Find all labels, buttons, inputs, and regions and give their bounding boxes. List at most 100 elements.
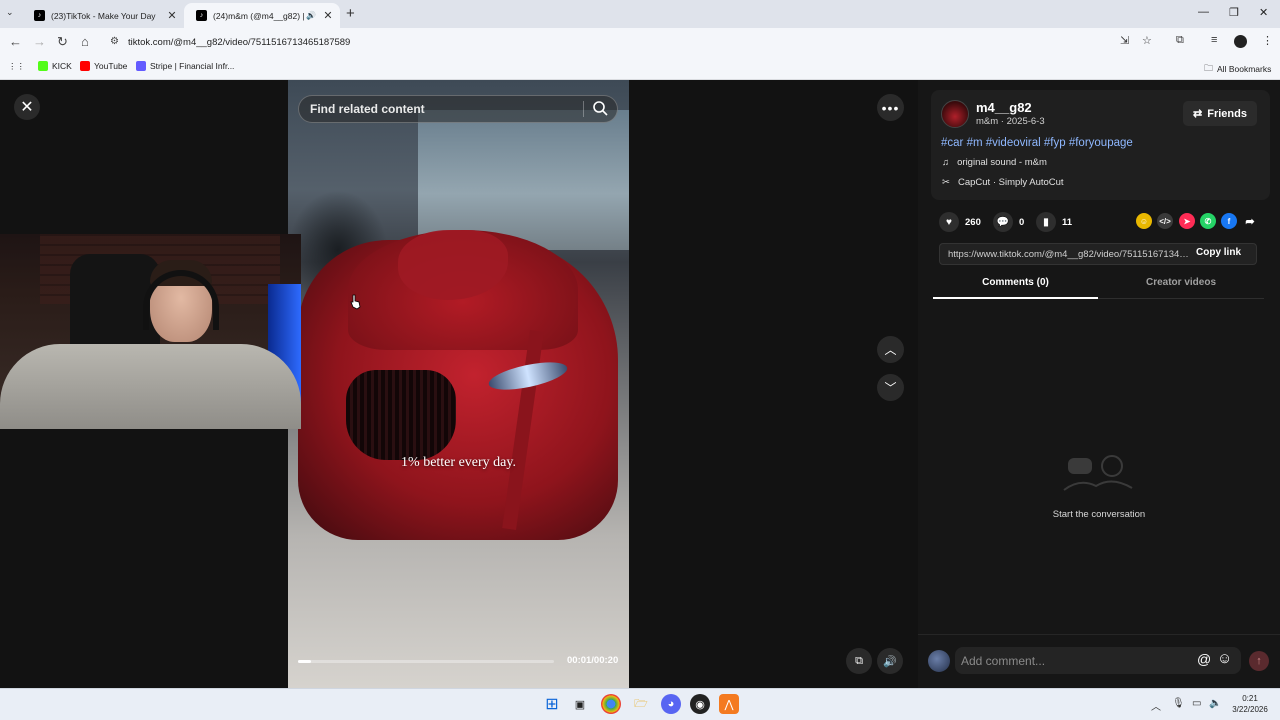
tab-title: (23)TikTok - Make Your Day bbox=[51, 10, 156, 21]
clock-time: 0:21 bbox=[1242, 694, 1258, 703]
creator-avatar[interactable] bbox=[941, 100, 969, 128]
tiktok-icon: ♪ bbox=[196, 10, 207, 21]
heart-icon: ♥ bbox=[939, 212, 959, 232]
folder-icon: 🗀 bbox=[1204, 63, 1214, 73]
sound-label: original sound - m&m bbox=[957, 157, 1047, 168]
tray-expand-icon[interactable]: ︿ bbox=[1151, 698, 1161, 713]
close-tab-icon[interactable]: ✕ bbox=[164, 9, 180, 22]
network-icon[interactable]: ▭ bbox=[1192, 698, 1201, 709]
facebook-icon[interactable]: f bbox=[1221, 213, 1237, 229]
clock-date: 3/22/2026 bbox=[1232, 705, 1268, 714]
speaker-icon[interactable]: 🔈 bbox=[1209, 698, 1221, 709]
tab-search-icon[interactable]: ⌄ bbox=[6, 7, 14, 18]
previous-video-button[interactable]: ︿ bbox=[877, 336, 904, 363]
stripe-icon bbox=[136, 61, 146, 71]
video-link-text: https://www.tiktok.com/@m4__g82/video/75… bbox=[948, 248, 1194, 260]
home-icon[interactable]: ⌂ bbox=[81, 34, 89, 49]
minimize-button[interactable]: — bbox=[1198, 6, 1209, 18]
profile-avatar[interactable] bbox=[1234, 35, 1247, 48]
capcut-icon: ✂ bbox=[942, 177, 950, 188]
bookmark-icon: ▮ bbox=[1036, 212, 1056, 232]
chrome-icon[interactable] bbox=[601, 694, 621, 714]
discord-icon[interactable]: ◕ bbox=[661, 694, 681, 714]
tab-creator-videos[interactable]: Creator videos bbox=[1098, 277, 1264, 299]
tab-title: (24)m&m (@m4__g82) | Tik bbox=[213, 10, 306, 21]
file-explorer-icon[interactable]: 🗁 bbox=[631, 694, 651, 714]
sound-link[interactable]: ♫ original sound - m&m bbox=[942, 157, 1047, 168]
tab-comments[interactable]: Comments (0) bbox=[933, 277, 1098, 299]
capcut-label: CapCut · Simply AutoCut bbox=[957, 177, 1064, 188]
bookmark-star-icon[interactable]: ☆ bbox=[1142, 34, 1152, 47]
windows-start-icon[interactable]: ⊞ bbox=[542, 694, 562, 714]
comment-button[interactable]: 💬 0 bbox=[993, 212, 1024, 232]
obs-icon[interactable]: ◉ bbox=[690, 694, 710, 714]
whatsapp-icon[interactable]: ✆ bbox=[1200, 213, 1216, 229]
close-tab-icon[interactable]: ✕ bbox=[320, 9, 336, 22]
video-progress-bar[interactable] bbox=[298, 660, 554, 663]
capcut-link[interactable]: ✂ CapCut · Simply AutoCut bbox=[942, 177, 1064, 188]
floating-player-icon[interactable]: ⧉ bbox=[846, 648, 872, 674]
close-video-button[interactable]: ✕ bbox=[14, 94, 40, 120]
save-button[interactable]: ▮ 11 bbox=[1036, 212, 1072, 232]
tab-tiktok-video[interactable]: ♪ (24)m&m (@m4__g82) | Tik 🔊 ✕ bbox=[184, 3, 340, 28]
bookmark-kick[interactable]: KICK bbox=[38, 61, 72, 71]
creator-subline: m&m · 2025-6-3 bbox=[976, 116, 1045, 127]
related-search-input[interactable]: Find related content bbox=[298, 95, 618, 123]
video-frame-grille bbox=[346, 370, 456, 460]
empty-comments-text: Start the conversation bbox=[1052, 509, 1146, 520]
microphone-icon[interactable]: 🎙 bbox=[1172, 698, 1185, 709]
bookmark-label: KICK bbox=[52, 61, 72, 71]
user-avatar bbox=[928, 650, 950, 672]
like-count: 260 bbox=[965, 216, 981, 228]
webcam-person-body bbox=[0, 344, 301, 429]
tab-tiktok-home[interactable]: ♪ (23)TikTok - Make Your Day ✕ bbox=[22, 3, 184, 28]
send-icon[interactable]: ➤ bbox=[1179, 213, 1195, 229]
like-button[interactable]: ♥ 260 bbox=[939, 212, 981, 232]
bookmarks-bar: ⋮⋮ KICK YouTube Stripe | Financial Infr.… bbox=[0, 56, 1280, 80]
save-count: 11 bbox=[1062, 216, 1073, 228]
install-app-icon[interactable]: ⇲ bbox=[1120, 34, 1129, 47]
back-icon[interactable]: ← bbox=[9, 34, 22, 49]
next-video-button[interactable]: ﹀ bbox=[877, 374, 904, 401]
more-options-icon[interactable]: ••• bbox=[877, 94, 904, 121]
bookmark-youtube[interactable]: YouTube bbox=[80, 61, 127, 71]
friends-button[interactable]: ⇄ Friends bbox=[1183, 101, 1257, 126]
close-window-button[interactable]: ✕ bbox=[1259, 6, 1268, 19]
url-text: tiktok.com/@m4__g82/video/75115167134651… bbox=[128, 36, 351, 48]
search-placeholder: Find related content bbox=[310, 102, 425, 116]
task-view-icon[interactable]: ▣ bbox=[570, 694, 590, 714]
taskbar-clock[interactable]: 0:21 3/22/2026 bbox=[1224, 693, 1276, 715]
all-bookmarks-label: All Bookmarks bbox=[1217, 64, 1272, 74]
video-player[interactable]: 1% better every day. bbox=[288, 80, 629, 688]
embed-icon[interactable]: </> bbox=[1157, 213, 1173, 229]
bookmark-label: YouTube bbox=[94, 61, 128, 71]
new-tab-button[interactable]: + bbox=[346, 5, 355, 22]
site-info-icon[interactable]: ⚙ bbox=[110, 36, 119, 47]
volume-icon[interactable]: 🔊 bbox=[877, 648, 903, 674]
apps-icon[interactable]: ⋮⋮ bbox=[8, 61, 25, 72]
share-arrow-icon[interactable]: ➦ bbox=[1242, 213, 1258, 229]
video-time: 00:01/00:20 bbox=[567, 655, 619, 666]
extensions-icon[interactable]: ⧉ bbox=[1176, 34, 1184, 47]
address-bar[interactable]: tiktok.com/@m4__g82/video/75115167134651… bbox=[104, 31, 1164, 53]
reload-icon[interactable]: ↻ bbox=[57, 34, 68, 50]
bookmark-stripe[interactable]: Stripe | Financial Infr... bbox=[136, 61, 234, 71]
menu-icon[interactable]: ⋮ bbox=[1262, 34, 1273, 47]
mention-icon[interactable]: @ bbox=[1197, 651, 1211, 667]
audio-playing-icon[interactable]: 🔊 bbox=[306, 11, 316, 20]
creator-username[interactable]: m4__g82 bbox=[976, 100, 1032, 115]
all-bookmarks[interactable]: 🗀 All Bookmarks bbox=[1204, 61, 1271, 77]
copy-link-button[interactable]: Copy link bbox=[1196, 247, 1241, 258]
video-hashtags[interactable]: #car #m #videoviral #fyp #foryoupage bbox=[941, 137, 1133, 149]
webcam-overlay bbox=[0, 234, 301, 429]
video-frame-background bbox=[418, 110, 629, 250]
coin-share-icon[interactable]: ☺ bbox=[1136, 213, 1152, 229]
restore-button[interactable]: ❐ bbox=[1229, 6, 1239, 19]
search-icon[interactable] bbox=[592, 100, 608, 116]
post-comment-button[interactable]: ↑ bbox=[1249, 651, 1269, 671]
emoji-icon[interactable]: ☺ bbox=[1217, 650, 1232, 667]
forward-icon[interactable]: → bbox=[33, 34, 46, 49]
media-controls-icon[interactable]: ≡ bbox=[1211, 34, 1217, 46]
music-note-icon: ♫ bbox=[942, 157, 950, 168]
app-icon[interactable]: ⋀ bbox=[719, 694, 739, 714]
